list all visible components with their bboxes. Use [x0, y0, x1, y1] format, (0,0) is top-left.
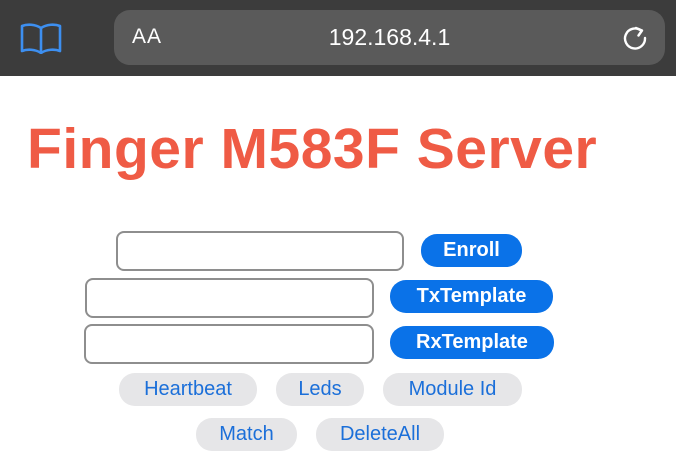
rx-template-button[interactable]: RxTemplate — [390, 326, 554, 359]
book-icon[interactable] — [20, 22, 62, 54]
rx-template-input[interactable] — [84, 324, 374, 364]
tx-template-input[interactable] — [85, 278, 374, 318]
page-title: Finger M583F Server — [27, 117, 598, 181]
heartbeat-button[interactable]: Heartbeat — [119, 373, 257, 406]
tx-template-button[interactable]: TxTemplate — [390, 280, 553, 313]
address-text[interactable]: 192.168.4.1 — [114, 24, 665, 51]
leds-button[interactable]: Leds — [276, 373, 364, 406]
delete-all-button[interactable]: DeleteAll — [316, 418, 444, 451]
enroll-button[interactable]: Enroll — [421, 234, 522, 267]
match-button[interactable]: Match — [196, 418, 297, 451]
address-bar[interactable]: AA 192.168.4.1 — [114, 10, 665, 65]
module-id-button[interactable]: Module Id — [383, 373, 522, 406]
reload-icon[interactable] — [621, 25, 649, 53]
browser-toolbar: AA 192.168.4.1 — [0, 0, 676, 76]
enroll-input[interactable] — [116, 231, 404, 271]
